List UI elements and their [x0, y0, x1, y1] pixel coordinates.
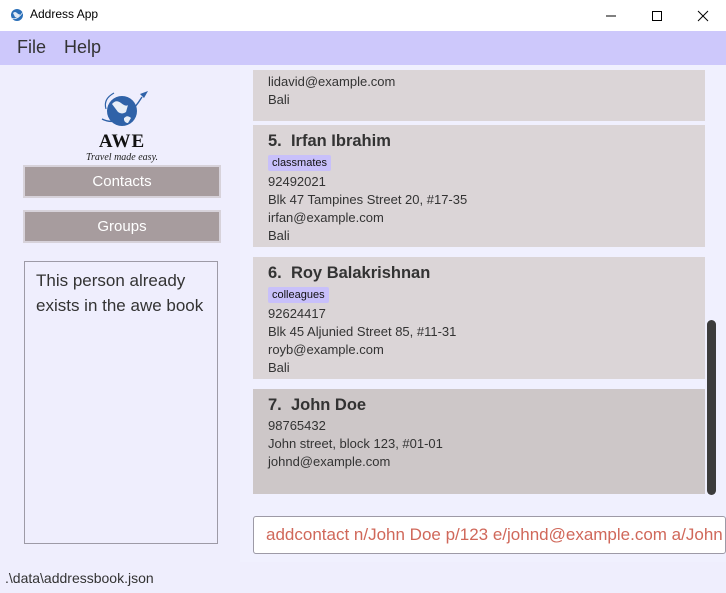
contact-name: 6. Roy Balakrishnan [268, 261, 690, 285]
contact-index: 7. [268, 396, 282, 414]
contact-card-7[interactable]: 7. John Doe 98765432 John street, block … [253, 389, 705, 494]
contact-email: lidavid@example.com [268, 74, 396, 89]
contact-address: John street, block 123, #01-01 [268, 436, 443, 451]
contact-name-text: Irfan Ibrahim [290, 132, 391, 150]
menu-bar: File Help [0, 31, 726, 65]
contact-name: 5. Irfan Ibrahim [268, 129, 690, 153]
contact-phone: 98765432 [268, 418, 326, 433]
maximize-icon [652, 10, 662, 21]
close-icon [697, 10, 709, 21]
contact-phone: 92492021 [268, 174, 326, 189]
main-panel: lidavid@example.com Bali 5. Irfan Ibrahi… [240, 65, 726, 562]
title-bar: Address App [0, 0, 726, 31]
contact-email: royb@example.com [268, 342, 384, 357]
contact-index: 6. [268, 264, 282, 282]
sidebar: AWE Travel made easy. Contacts Groups Th… [0, 65, 240, 562]
save-location: .\data\addressbook.json [5, 570, 154, 586]
contact-address: Blk 47 Tampines Street 20, #17-35 [268, 192, 468, 207]
close-button[interactable] [680, 0, 726, 31]
contact-address: Blk 45 Aljunied Street 85, #11-31 [268, 324, 457, 339]
minimize-icon [606, 15, 616, 16]
app-globe-icon [10, 9, 24, 21]
globe-airplane-icon [101, 91, 148, 126]
contact-tag: classmates [268, 155, 332, 171]
contact-card-4[interactable]: lidavid@example.com Bali [253, 70, 705, 121]
logo-tagline: Travel made easy. [86, 152, 158, 163]
contact-group: Bali [268, 360, 290, 375]
contact-group: Bali [268, 92, 290, 107]
contact-card-6[interactable]: 6. Roy Balakrishnan colleagues 92624417 … [253, 257, 705, 379]
contact-name-text: Roy Balakrishnan [290, 264, 431, 282]
window-title: Address App [30, 7, 99, 21]
contact-card-5[interactable]: 5. Irfan Ibrahim classmates 92492021 Blk… [253, 125, 705, 247]
contact-index: 5. [268, 132, 282, 150]
maximize-button[interactable] [634, 0, 680, 31]
list-scrollbar[interactable] [707, 320, 716, 495]
contact-phone: 92624417 [268, 306, 326, 321]
logo-text: AWE [98, 131, 146, 152]
contact-tag: colleagues [268, 287, 329, 303]
contact-email: irfan@example.com [268, 210, 384, 225]
groups-button[interactable]: Groups [23, 210, 221, 243]
awe-logo: AWE Travel made easy. [78, 79, 166, 163]
contacts-button[interactable]: Contacts [23, 165, 221, 198]
command-input[interactable]: addcontact n/John Doe p/123 e/johnd@exam… [253, 516, 726, 554]
status-bar: .\data\addressbook.json [0, 562, 726, 593]
contact-group: Bali [268, 228, 290, 243]
contact-list[interactable]: lidavid@example.com Bali 5. Irfan Ibrahi… [253, 70, 705, 495]
menu-help[interactable]: Help [64, 37, 101, 58]
minimize-button[interactable] [588, 0, 634, 31]
result-display: This person already exists in the awe bo… [24, 261, 218, 544]
menu-file[interactable]: File [17, 37, 46, 58]
contact-name-text: John Doe [290, 396, 367, 414]
contact-name: 7. John Doe [268, 393, 690, 417]
contact-email: johnd@example.com [268, 454, 391, 469]
